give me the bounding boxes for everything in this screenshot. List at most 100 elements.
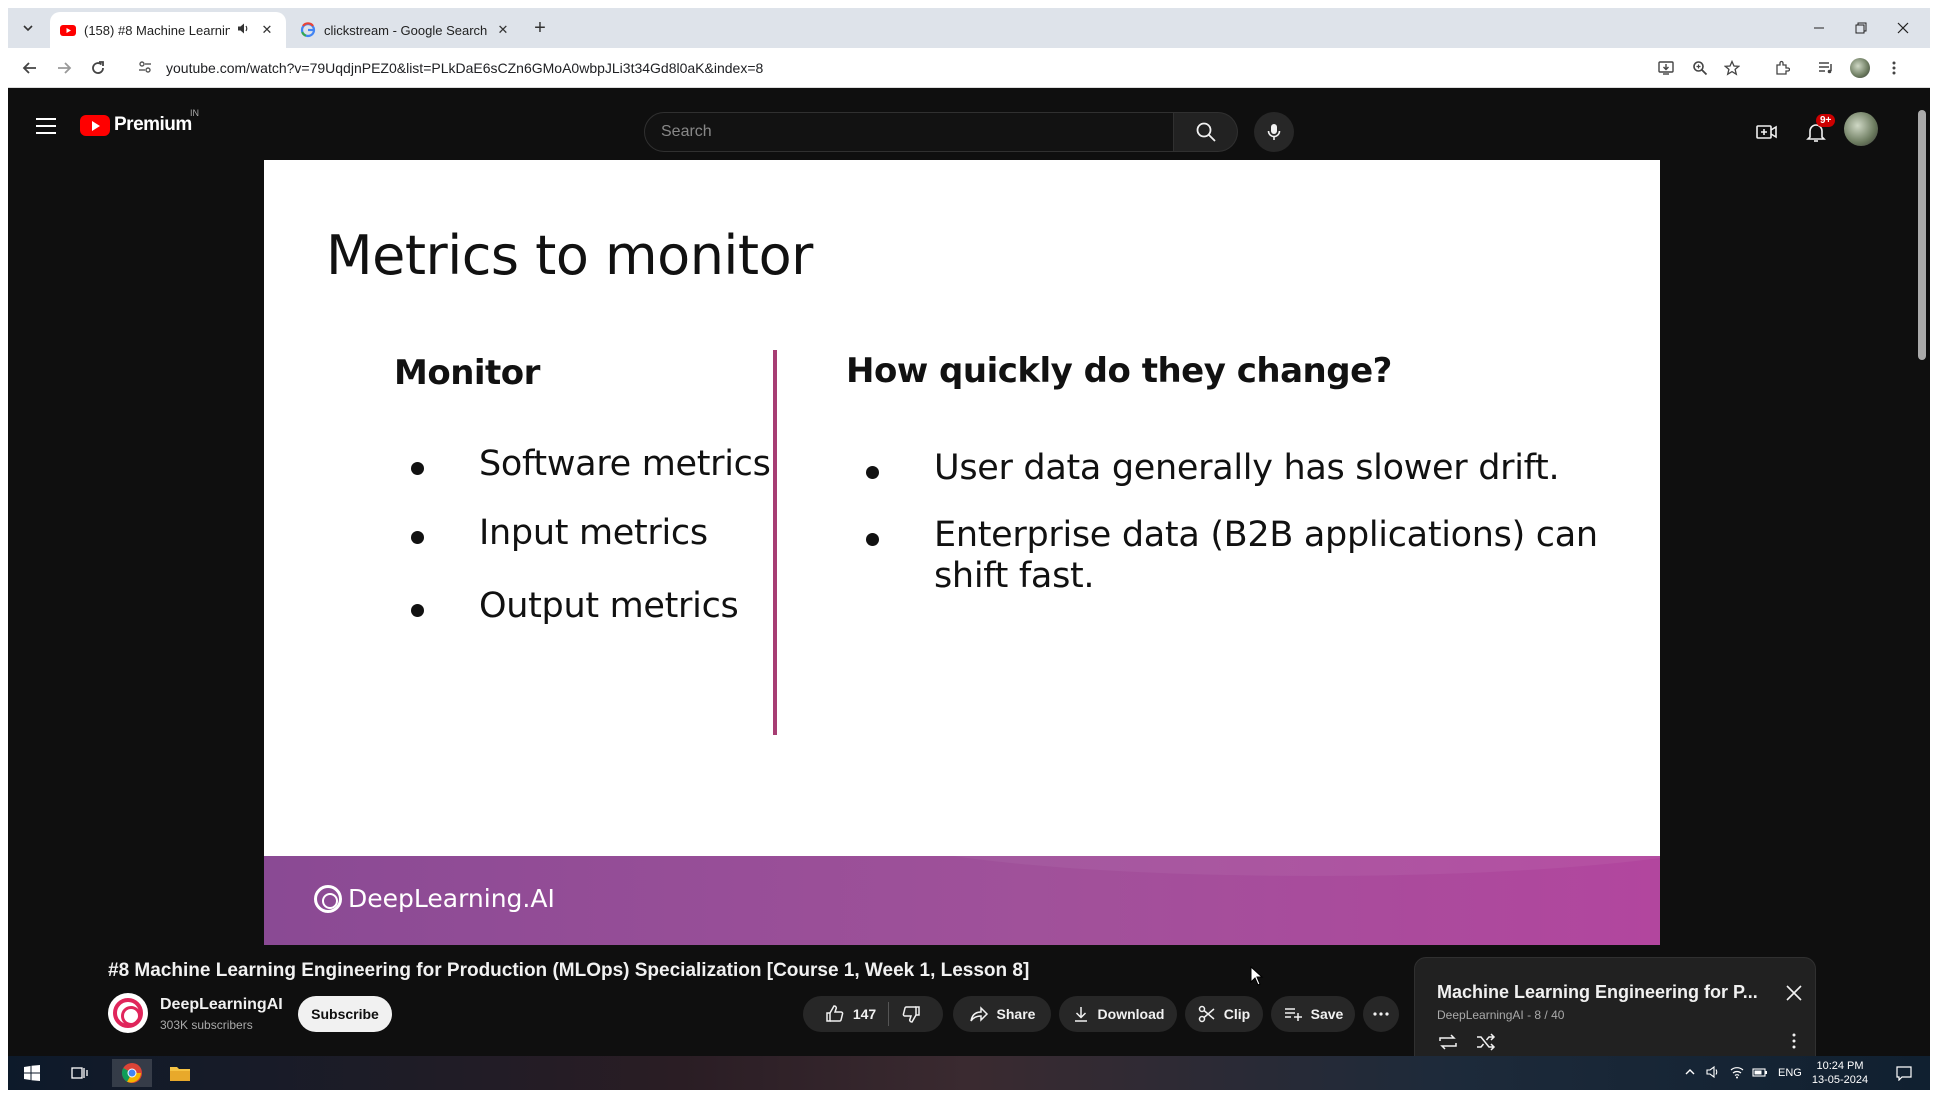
battery-icon[interactable] (1752, 1066, 1768, 1081)
page-scrollbar[interactable] (1914, 96, 1930, 1056)
tab-close-icon[interactable]: ✕ (494, 22, 512, 38)
install-app-icon[interactable] (1654, 56, 1678, 80)
clock-time: 10:24 PM (1816, 1060, 1864, 1072)
taskbar-file-explorer[interactable] (160, 1059, 200, 1087)
loop-button[interactable] (1437, 1032, 1459, 1057)
scissors-icon (1198, 1005, 1215, 1023)
region-code: IN (190, 108, 199, 118)
save-label: Save (1310, 1006, 1344, 1022)
task-view-button[interactable] (60, 1059, 100, 1087)
clip-button[interactable]: Clip (1185, 996, 1263, 1032)
wifi-icon[interactable] (1730, 1065, 1744, 1082)
deeplearning-logo: DeepLearning.AI (314, 884, 555, 913)
tab-title: clickstream - Google Search (324, 22, 488, 38)
tab-title: (158) #8 Machine Learning (84, 22, 230, 38)
mouse-cursor-icon (1250, 966, 1264, 986)
share-label: Share (996, 1006, 1036, 1022)
slide-right-list: User data generally has slower drift. En… (864, 448, 1604, 597)
channel-avatar[interactable] (108, 993, 148, 1033)
youtube-play-icon (80, 114, 110, 136)
subscribe-button[interactable]: Subscribe (298, 996, 392, 1032)
slide-title: Metrics to monitor (326, 224, 813, 287)
thumbs-up-icon (826, 1005, 844, 1022)
more-horizontal-icon (1373, 1012, 1389, 1016)
speaker-icon[interactable] (234, 22, 252, 38)
tab-strip: (158) #8 Machine Learning ✕ clickstream … (8, 8, 1930, 48)
video-player[interactable]: Metrics to monitor Monitor Software metr… (264, 160, 1660, 945)
footer-brand-text: DeepLearning.AI (348, 884, 555, 913)
zoom-icon[interactable] (1688, 56, 1712, 80)
taskbar-clock[interactable]: 10:24 PM 13-05-2024 (1808, 1059, 1872, 1087)
restore-button[interactable] (1846, 16, 1876, 40)
minimize-button[interactable] (1804, 16, 1834, 40)
notification-badge: 9+ (1816, 114, 1836, 127)
more-menu-icon[interactable] (1882, 56, 1906, 80)
shuffle-button[interactable] (1475, 1032, 1497, 1057)
restore-icon (1855, 22, 1867, 34)
repeat-icon (1439, 1034, 1457, 1050)
close-window-button[interactable] (1888, 16, 1918, 40)
channel-name[interactable]: DeepLearningAI (160, 996, 283, 1014)
playlist-more-button[interactable] (1785, 1032, 1803, 1055)
video-title: #8 Machine Learning Engineering for Prod… (108, 960, 1030, 981)
windows-taskbar: ENG 10:24 PM 13-05-2024 (8, 1056, 1930, 1090)
chevron-up-icon[interactable] (1684, 1066, 1696, 1081)
search-icon (1196, 122, 1216, 142)
youtube-logo[interactable]: Premium IN (80, 108, 199, 136)
media-controls-icon[interactable] (1814, 56, 1838, 80)
dislike-button[interactable] (901, 1004, 921, 1024)
reload-icon (92, 61, 104, 74)
language-indicator[interactable]: ENG (1778, 1067, 1802, 1079)
start-button[interactable] (12, 1059, 52, 1087)
bookmark-star-icon[interactable] (1720, 56, 1744, 80)
notifications-button[interactable]: 9+ (1800, 114, 1836, 148)
list-item: Software metrics (409, 444, 771, 485)
tab-close-icon[interactable]: ✕ (258, 22, 276, 38)
slide-footer: DeepLearning.AI (264, 856, 1660, 945)
folder-icon (170, 1067, 190, 1081)
profile-avatar[interactable] (1848, 56, 1872, 80)
browser-window: (158) #8 Machine Learning ✕ clickstream … (8, 8, 1930, 1090)
search-input[interactable] (661, 123, 1173, 141)
site-info-icon[interactable] (138, 60, 158, 77)
chevron-down-icon (23, 25, 33, 32)
chrome-icon (121, 1063, 142, 1083)
search-button[interactable] (1174, 112, 1238, 152)
action-center-button[interactable] (1884, 1059, 1924, 1087)
new-tab-button[interactable]: + (528, 16, 552, 40)
slide-left-heading: Monitor (394, 353, 540, 393)
screen: (158) #8 Machine Learning ✕ clickstream … (0, 0, 1937, 1097)
search-box (644, 112, 1174, 152)
system-tray: ENG (1684, 1056, 1802, 1090)
voice-search-button[interactable] (1254, 112, 1294, 152)
volume-icon[interactable] (1706, 1065, 1720, 1082)
tab-youtube[interactable]: (158) #8 Machine Learning ✕ (50, 12, 286, 48)
minimize-icon (1814, 27, 1824, 29)
arrow-right-icon (58, 62, 72, 74)
menu-icon[interactable] (36, 118, 56, 134)
reload-button[interactable] (86, 56, 110, 80)
more-actions-button[interactable] (1363, 996, 1399, 1032)
share-button[interactable]: Share (953, 996, 1051, 1032)
taskbar-chrome[interactable] (112, 1059, 152, 1087)
playlist-close-button[interactable] (1785, 982, 1803, 1008)
like-dislike-group: 147 (803, 996, 943, 1032)
scrollbar-thumb[interactable] (1918, 110, 1926, 360)
back-button[interactable] (18, 56, 42, 80)
brand-text: Premium (114, 114, 192, 135)
tab-google-search[interactable]: clickstream - Google Search ✕ (290, 12, 522, 48)
playlist-title[interactable]: Machine Learning Engineering for P... (1437, 982, 1758, 1003)
save-button[interactable]: Save (1271, 996, 1355, 1032)
task-view-icon (71, 1067, 88, 1079)
clock-date: 13-05-2024 (1811, 1074, 1869, 1086)
address-bar[interactable]: youtube.com/watch?v=79UqdjnPEZ0&list=PLk… (128, 52, 1768, 84)
extensions-icon[interactable] (1770, 56, 1794, 80)
tab-search-button[interactable] (16, 16, 40, 40)
notification-center-icon (1896, 1066, 1912, 1081)
like-button[interactable]: 147 (825, 1004, 876, 1024)
download-button[interactable]: Download (1059, 996, 1177, 1032)
forward-button[interactable] (52, 56, 76, 80)
account-avatar[interactable] (1844, 112, 1878, 146)
create-button[interactable] (1751, 116, 1783, 148)
playlist-add-icon (1284, 1008, 1302, 1021)
